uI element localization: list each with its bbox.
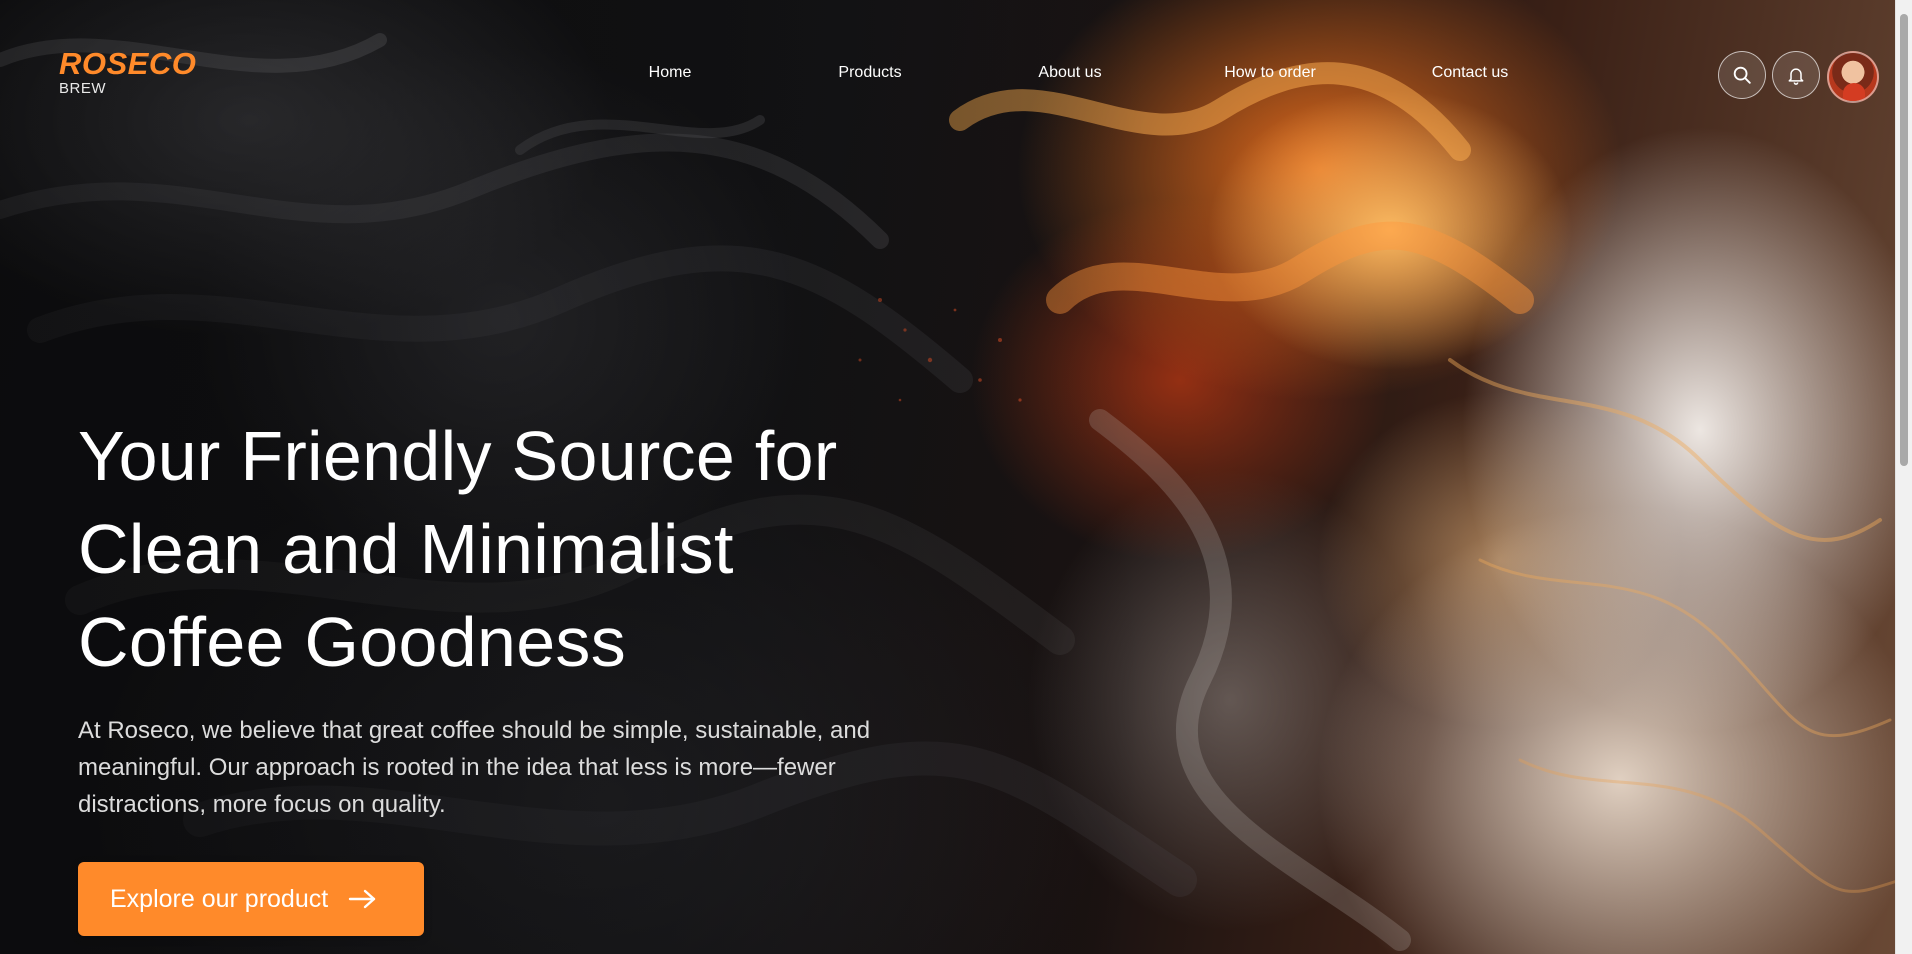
nav-how-to-order[interactable]: How to order (1224, 64, 1316, 82)
notifications-button[interactable] (1772, 51, 1820, 99)
brand-name: ROSECO (59, 46, 197, 81)
hero-description-line: At Roseco, we believe that great coffee … (78, 717, 871, 744)
page-scrollbar[interactable] (1895, 0, 1912, 954)
nav-about-us[interactable]: About us (1038, 64, 1101, 82)
arrow-right-icon (348, 888, 378, 910)
brand-logo[interactable]: ROSECO BREW (59, 48, 196, 96)
hero-title-line: Coffee Goodness (78, 603, 627, 681)
search-button[interactable] (1718, 51, 1766, 99)
user-avatar[interactable] (1827, 51, 1879, 103)
nav-products[interactable]: Products (838, 64, 901, 82)
hero-description-line: meaningful. Our approach is rooted in th… (78, 754, 836, 781)
hero-description-line: distractions, more focus on quality. (78, 791, 446, 818)
hero-description: At Roseco, we believe that great coffee … (78, 712, 978, 823)
scrollbar-thumb[interactable] (1900, 14, 1908, 466)
explore-product-label: Explore our product (110, 884, 329, 913)
nav-contact-us[interactable]: Contact us (1432, 64, 1508, 82)
hero-title-line: Your Friendly Source for (78, 417, 838, 495)
landing-page: ROSECO BREW Home Products About us How t… (0, 0, 1912, 954)
nav-home[interactable]: Home (649, 64, 692, 82)
hero-title: Your Friendly Source for Clean and Minim… (78, 410, 978, 689)
bell-icon (1788, 68, 1804, 85)
search-icon (1733, 66, 1751, 84)
brand-subtitle: BREW (59, 80, 106, 97)
hero-title-line: Clean and Minimalist (78, 510, 734, 588)
explore-product-button[interactable]: Explore our product (78, 862, 424, 936)
